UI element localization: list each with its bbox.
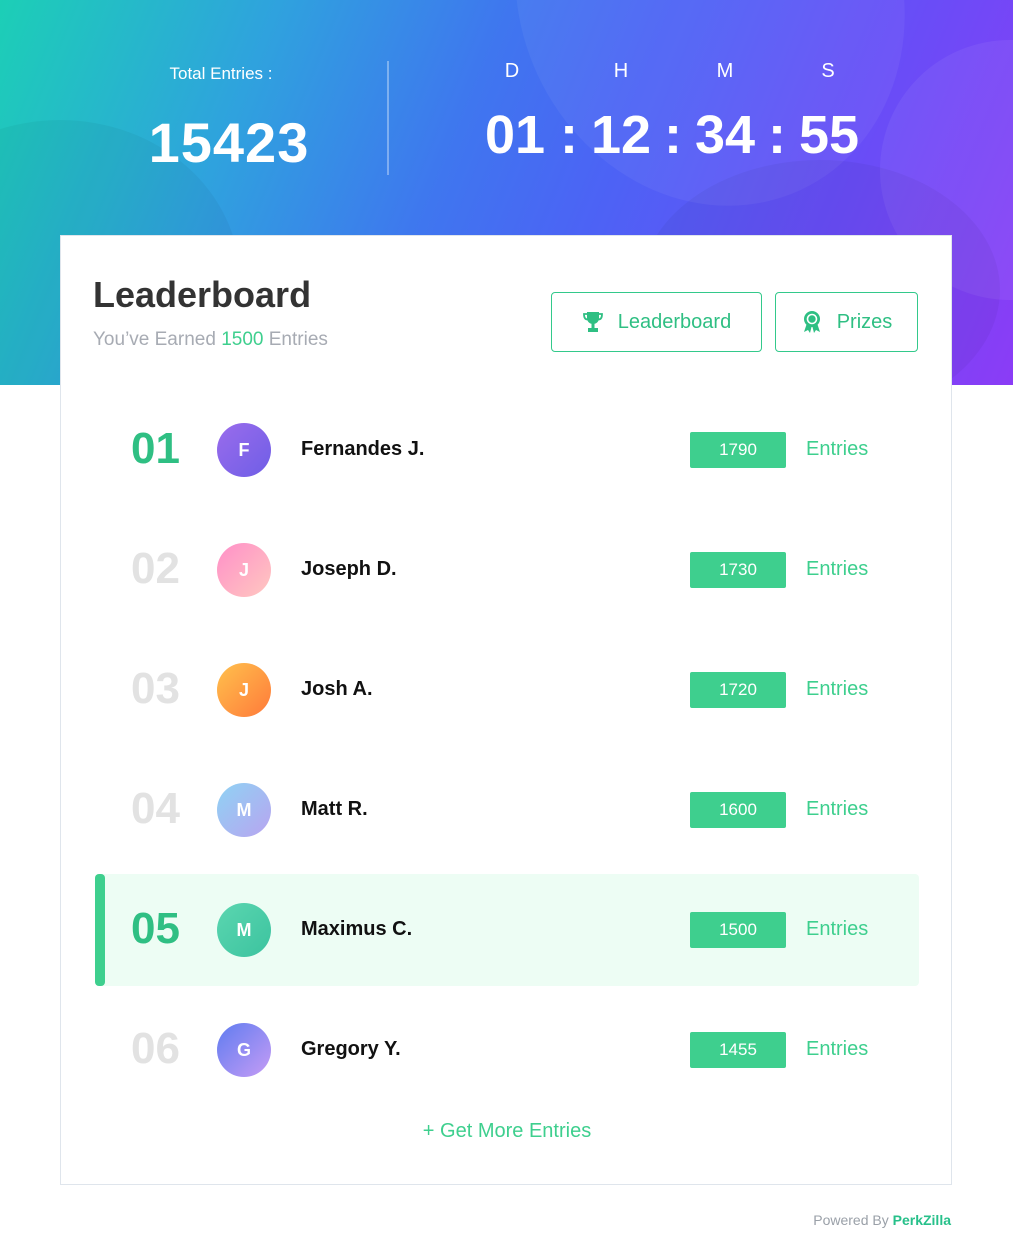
entries-label: Entries (806, 798, 869, 820)
award-ribbon-icon (801, 310, 823, 334)
tab-prizes-label: Prizes (836, 310, 893, 333)
countdown-hours: 12 (590, 105, 652, 165)
leaderboard-row: 03 J Josh A. 1720 Entries (95, 634, 919, 746)
leaderboard-row-current-user: 05 M Maximus C. 1500 Entries (95, 874, 919, 986)
player-name: Maximus C. (301, 918, 413, 940)
entries-label: Entries (806, 678, 869, 700)
countdown-unit-days: D (504, 60, 520, 82)
avatar: M (217, 903, 271, 957)
entries-label: Entries (806, 1038, 869, 1060)
trophy-icon (582, 310, 604, 334)
leaderboard-row: 01 F Fernandes J. 1790 Entries (95, 394, 919, 506)
current-user-indicator (95, 874, 105, 986)
rank-number: 03 (131, 664, 180, 713)
brand-link[interactable]: PerkZilla (893, 1212, 951, 1228)
entries-badge: 1720 (690, 672, 786, 708)
countdown-days: 01 (484, 105, 546, 165)
countdown-unit-seconds: S (821, 60, 835, 82)
earned-suffix: Entries (268, 329, 328, 350)
entries-badge: 1730 (690, 552, 786, 588)
hero-divider (387, 61, 389, 175)
entries-label: Entries (806, 918, 869, 940)
rank-number: 06 (131, 1024, 180, 1073)
player-name: Joseph D. (301, 558, 397, 580)
rank-number: 02 (131, 544, 180, 593)
leaderboard-row: 06 G Gregory Y. 1455 Entries (95, 994, 919, 1106)
powered-by: Powered By PerkZilla (813, 1212, 951, 1228)
avatar: J (217, 663, 271, 717)
get-more-entries-link[interactable]: + Get More Entries (61, 1120, 953, 1143)
earned-prefix: You’ve Earned (93, 329, 216, 350)
leaderboard-row: 02 J Joseph D. 1730 Entries (95, 514, 919, 626)
player-name: Matt R. (301, 798, 368, 820)
player-name: Fernandes J. (301, 438, 425, 460)
rank-number: 01 (131, 424, 180, 473)
countdown-unit-hours: H (613, 60, 629, 82)
player-name: Josh A. (301, 678, 373, 700)
avatar: G (217, 1023, 271, 1077)
leaderboard-row: 04 M Matt R. 1600 Entries (95, 754, 919, 866)
avatar: M (217, 783, 271, 837)
entries-badge: 1790 (690, 432, 786, 468)
tab-leaderboard-label: Leaderboard (617, 310, 732, 333)
entries-label: Entries (806, 558, 869, 580)
rank-number: 04 (131, 784, 180, 833)
player-name: Gregory Y. (301, 1038, 401, 1060)
tab-leaderboard[interactable]: Leaderboard (551, 292, 762, 352)
earned-entries-text: You’ve Earned 1500 Entries (93, 329, 328, 351)
powered-by-label: Powered By (813, 1212, 889, 1228)
entries-badge: 1600 (690, 792, 786, 828)
total-entries-value: 15423 (148, 111, 310, 174)
leaderboard-card: Leaderboard You’ve Earned 1500 Entries L… (60, 235, 952, 1185)
avatar: J (217, 543, 271, 597)
rank-number: 05 (131, 904, 180, 953)
countdown-unit-minutes: M (716, 60, 734, 82)
entries-badge: 1455 (690, 1032, 786, 1068)
countdown-minutes: 34 (694, 105, 756, 165)
total-entries-label: Total Entries : (169, 64, 273, 83)
entries-badge: 1500 (690, 912, 786, 948)
page-title: Leaderboard (93, 274, 312, 315)
entries-label: Entries (806, 438, 869, 460)
avatar: F (217, 423, 271, 477)
earned-value: 1500 (221, 329, 264, 350)
tab-prizes[interactable]: Prizes (775, 292, 918, 352)
countdown-seconds: 55 (798, 105, 860, 165)
